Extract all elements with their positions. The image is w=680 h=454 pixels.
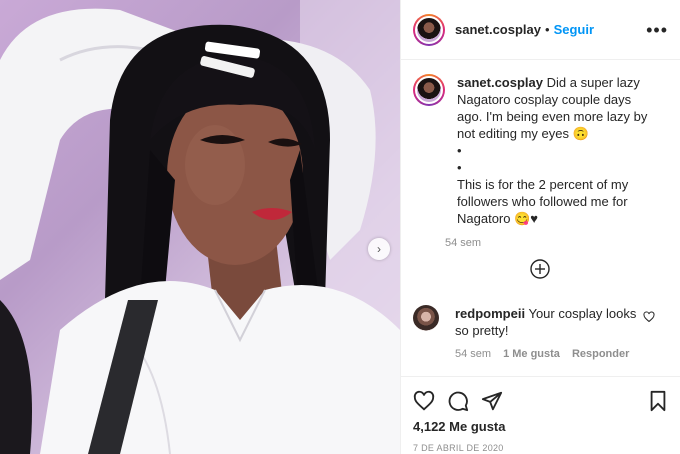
plus-circle-icon[interactable] bbox=[530, 259, 550, 279]
post-photo[interactable]: › bbox=[0, 0, 400, 454]
caption-timestamp: 54 sem bbox=[445, 237, 482, 249]
post-header: sanet.cosplay • Seguir ••• bbox=[401, 0, 680, 60]
caption-text: sanet.cosplay Did a super lazy Nagatoro … bbox=[457, 74, 657, 227]
cosplay-portrait-illustration bbox=[0, 0, 400, 454]
post-actions-section: 4,122 Me gusta 7 DE ABRIL DE 2020 bbox=[401, 376, 680, 454]
caption-username[interactable]: sanet.cosplay bbox=[457, 75, 543, 90]
comment-like-heart-icon[interactable] bbox=[643, 311, 655, 323]
more-options-icon[interactable]: ••• bbox=[646, 21, 668, 39]
instagram-post: › sanet.cosplay • Seguir ••• sanet.cospl… bbox=[0, 0, 680, 454]
comment-item: redpompeii Your cosplay looks so pretty! bbox=[413, 305, 669, 339]
caption-avatar[interactable] bbox=[413, 74, 445, 106]
author-username[interactable]: sanet.cosplay bbox=[455, 22, 541, 37]
action-icons-row bbox=[401, 377, 680, 417]
likes-count[interactable]: 4,122 Me gusta bbox=[401, 419, 680, 434]
post-side-panel: sanet.cosplay • Seguir ••• sanet.cosplay… bbox=[400, 0, 680, 454]
comment-timestamp: 54 sem bbox=[455, 348, 492, 360]
author-avatar[interactable] bbox=[413, 13, 445, 46]
header-separator: • bbox=[545, 22, 550, 37]
comment-meta: 54 sem 1 Me gusta Responder bbox=[455, 348, 629, 360]
caption-line-3: • bbox=[457, 160, 462, 175]
next-image-arrow-icon[interactable]: › bbox=[368, 238, 390, 260]
post-date: 7 DE ABRIL DE 2020 bbox=[413, 443, 504, 453]
comment-body: redpompeii Your cosplay looks so pretty! bbox=[455, 305, 645, 339]
share-icon[interactable] bbox=[481, 390, 503, 412]
caption-line-2: • bbox=[457, 143, 462, 158]
commenter-username[interactable]: redpompeii bbox=[455, 306, 525, 321]
heart-icon[interactable] bbox=[413, 390, 435, 412]
reply-button[interactable]: Responder bbox=[572, 348, 629, 360]
commenter-avatar[interactable] bbox=[413, 305, 439, 331]
comment-likes[interactable]: 1 Me gusta bbox=[503, 348, 560, 360]
post-caption: sanet.cosplay Did a super lazy Nagatoro … bbox=[401, 60, 680, 227]
bookmark-icon[interactable] bbox=[647, 390, 669, 412]
follow-button[interactable]: Seguir bbox=[554, 22, 594, 37]
comment-icon[interactable] bbox=[447, 390, 469, 412]
caption-line-4: This is for the 2 percent of my follower… bbox=[457, 177, 629, 226]
